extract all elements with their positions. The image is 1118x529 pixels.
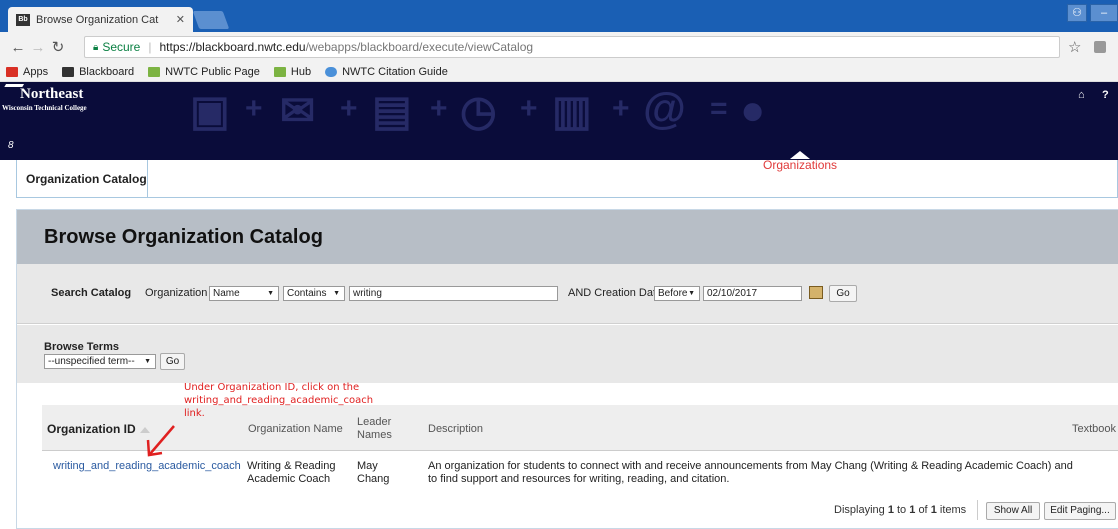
plus-icon: + bbox=[520, 92, 538, 125]
url-separator: | bbox=[148, 40, 152, 54]
bookmarks-bar: Apps Blackboard NWTC Public Page Hub NWT… bbox=[0, 62, 1118, 82]
bookmark-label: Blackboard bbox=[79, 65, 135, 78]
forward-arrow-icon[interactable]: → bbox=[28, 39, 48, 56]
extension-icon[interactable] bbox=[1094, 41, 1106, 53]
url-path: /webapps/blackboard/execute/viewCatalog bbox=[305, 40, 534, 54]
home-icon[interactable]: ⌂ bbox=[1078, 89, 1085, 101]
edit-paging-button[interactable]: Edit Paging... bbox=[1044, 502, 1116, 520]
tab-title: Browse Organization Cat bbox=[36, 13, 159, 26]
reload-icon[interactable]: ↻ bbox=[48, 38, 68, 56]
bookmark-hub[interactable]: Hub bbox=[273, 65, 312, 78]
college-logo-subtitle: Wisconsin Technical College bbox=[2, 104, 87, 112]
new-tab-button[interactable] bbox=[192, 11, 230, 29]
nwtc-icon bbox=[273, 66, 286, 77]
search-catalog-label: Search Catalog bbox=[51, 287, 132, 299]
blackboard-icon bbox=[62, 66, 75, 77]
college-logo[interactable]: Northeast bbox=[20, 86, 83, 103]
date-input[interactable]: 02/10/2017 bbox=[703, 286, 802, 301]
blackboard-favicon-icon: Bb bbox=[16, 13, 30, 26]
secure-label: Secure bbox=[102, 40, 141, 54]
breadcrumb[interactable]: Organization Catalog bbox=[16, 160, 148, 198]
description-cell: An organization for students to connect … bbox=[428, 460, 1073, 485]
organization-name-cell: Writing & Reading Academic Coach bbox=[247, 460, 336, 485]
apps-grid-icon bbox=[6, 66, 18, 77]
cloud-icon bbox=[325, 66, 338, 77]
bookmark-apps[interactable]: Apps bbox=[6, 66, 48, 78]
instruction-annotation: Under Organization ID, click on the writ… bbox=[184, 382, 374, 419]
bookmark-star-icon[interactable]: ☆ bbox=[1068, 38, 1081, 56]
show-all-button[interactable]: Show All bbox=[986, 502, 1040, 520]
bookmark-nwtc-public-page[interactable]: NWTC Public Page bbox=[148, 66, 260, 78]
browse-terms-select[interactable]: --unspecified term-- ▼ bbox=[44, 354, 156, 369]
column-header-description[interactable]: Description bbox=[428, 423, 483, 435]
at-sign-icon: @ bbox=[643, 84, 686, 133]
column-header-organization-id[interactable]: Organization ID bbox=[47, 422, 150, 436]
page-title: Browse Organization Catalog bbox=[44, 226, 323, 248]
close-tab-icon[interactable]: ✕ bbox=[176, 13, 185, 26]
mail-icon: ✉ bbox=[280, 87, 316, 134]
document-icon: ▤ bbox=[372, 87, 412, 134]
calendar-icon[interactable] bbox=[809, 286, 823, 299]
browser-toolbar: ← → ↻ 🔒︎ Secure | https://blackboard.nwt… bbox=[0, 32, 1118, 62]
bookmark-label: Apps bbox=[23, 65, 49, 78]
plus-icon: + bbox=[340, 92, 358, 125]
url-host: https://blackboard.nwtc.edu bbox=[159, 40, 306, 54]
search-go-button[interactable]: Go bbox=[829, 285, 857, 302]
browser-tab-strip: Bb Browse Organization Cat ✕ ⚇ – bbox=[0, 0, 1118, 32]
plus-icon: + bbox=[612, 92, 630, 125]
address-bar[interactable]: 🔒︎ Secure | https://blackboard.nwtc.edu /… bbox=[84, 36, 1060, 58]
chart-icon: ▥ bbox=[552, 87, 592, 134]
paging-summary: Displaying 1 to 1 of 1 items bbox=[834, 504, 967, 516]
help-icon[interactable]: ? bbox=[1102, 89, 1109, 101]
chat-bubble-icon: ▣ bbox=[190, 87, 230, 134]
accessibility-icon[interactable]: 8 bbox=[8, 140, 14, 151]
user-profile-icon[interactable]: ⚇ bbox=[1067, 4, 1087, 22]
creation-date-label: AND Creation Date bbox=[568, 287, 663, 299]
organization-id-link[interactable]: writing_and_reading_academic_coach bbox=[53, 460, 241, 473]
browse-terms-go-button[interactable]: Go bbox=[160, 353, 185, 370]
back-arrow-icon[interactable]: ← bbox=[8, 39, 28, 56]
search-operator-select[interactable]: Contains ▼ bbox=[283, 286, 345, 301]
minimize-window-button[interactable]: – bbox=[1090, 4, 1118, 22]
thumbs-up-icon: ● bbox=[740, 86, 766, 133]
paging-divider bbox=[977, 500, 978, 520]
bookmark-label: Hub bbox=[290, 65, 312, 78]
bookmark-label: NWTC Public Page bbox=[165, 65, 260, 78]
equals-icon: = bbox=[710, 92, 728, 125]
blackboard-banner: Northeast Wisconsin Technical College ▣ … bbox=[0, 82, 1118, 160]
lock-icon: 🔒︎ bbox=[93, 41, 99, 53]
active-nav-indicator bbox=[790, 151, 810, 159]
organization-label: Organization bbox=[145, 287, 208, 299]
bookmark-blackboard[interactable]: Blackboard bbox=[62, 66, 134, 78]
date-operator-select[interactable]: Before ▼ bbox=[654, 286, 700, 301]
clock-icon: ◷ bbox=[460, 87, 497, 134]
nwtc-icon bbox=[148, 66, 161, 77]
bookmark-label: NWTC Citation Guide bbox=[342, 65, 448, 78]
bookmark-citation-guide[interactable]: NWTC Citation Guide bbox=[325, 66, 448, 78]
column-header-organization-name[interactable]: Organization Name bbox=[248, 423, 343, 435]
search-input[interactable]: writing bbox=[349, 286, 558, 301]
browser-tab[interactable]: Bb Browse Organization Cat ✕ bbox=[8, 7, 193, 32]
plus-icon: + bbox=[430, 92, 448, 125]
leader-names-cell: May Chang bbox=[357, 460, 390, 485]
plus-icon: + bbox=[245, 92, 263, 125]
browse-terms-label: Browse Terms bbox=[44, 341, 119, 353]
search-field-select[interactable]: Name ▼ bbox=[209, 286, 279, 301]
column-header-textbook[interactable]: Textbook bbox=[1072, 423, 1116, 435]
breadcrumb-bar bbox=[16, 160, 1118, 198]
